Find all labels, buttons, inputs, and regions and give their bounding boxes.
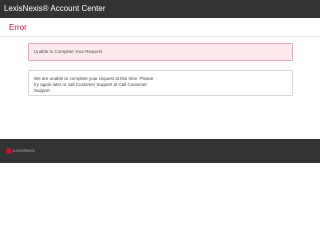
- app-title: LexisNexis® Account Center: [4, 4, 106, 13]
- lexisnexis-logo-icon: [6, 148, 12, 154]
- message-box: We are unable to complete your request a…: [28, 70, 293, 96]
- footer-logo-text: LexisNexis: [13, 148, 35, 153]
- top-header-bar: LexisNexis® Account Center: [0, 0, 320, 18]
- error-alert: Unable to Complete Your Request: [28, 43, 293, 61]
- footer-bar: [0, 139, 320, 163]
- message-text: We are unable to complete your request a…: [34, 76, 154, 93]
- error-alert-message: Unable to Complete Your Request: [34, 49, 103, 54]
- title-divider: [0, 36, 320, 37]
- page-title: Error: [9, 23, 27, 32]
